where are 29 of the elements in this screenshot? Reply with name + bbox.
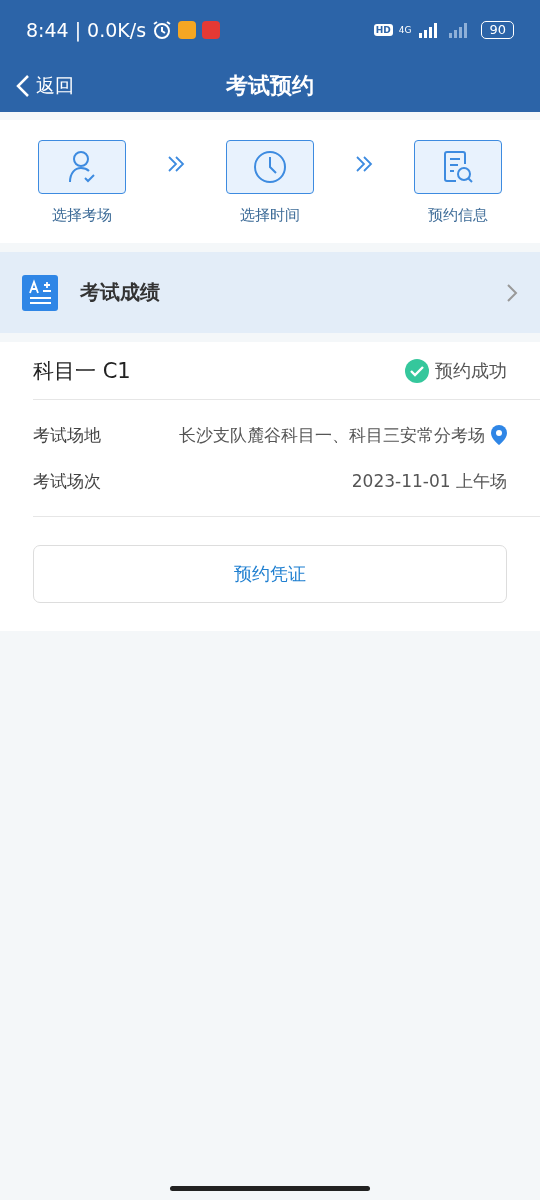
field-label: 考试场次 [33,469,102,493]
double-chevron-icon [167,156,185,172]
status-time: 8:44 [26,19,69,41]
page-title: 考试预约 [226,72,314,100]
app-notification-icon [202,21,221,39]
field-value: 2023-11-01 上午场 [351,469,507,493]
location-pin-icon[interactable] [491,425,507,445]
app-notification-icon [178,21,197,39]
back-button[interactable]: 返回 [0,72,80,100]
status-separator: | [74,19,82,41]
clock-icon [253,150,287,184]
network-type: 4G [398,25,412,35]
document-search-icon [442,150,474,184]
chevron-left-icon [16,74,30,98]
network-speed: 0.0K/s [87,19,147,41]
user-check-icon [67,150,97,184]
chevron-right-icon [506,282,518,303]
grade-icon [22,274,58,311]
exam-score-row[interactable]: 考试成绩 [0,252,540,333]
double-chevron-icon [355,156,373,172]
field-label: 考试场地 [33,423,102,447]
check-circle-icon [405,358,429,383]
alarm-icon [152,20,173,40]
battery-indicator: 90 [481,21,514,39]
hd-badge: HD [373,24,393,36]
exam-subject: 科目一 C1 [33,357,131,385]
booking-voucher-button[interactable]: 预约凭证 [33,545,507,603]
field-value: 长沙支队麓谷科目一、科目三安常分考场 [179,423,485,447]
booking-status: 预约成功 [435,358,507,383]
